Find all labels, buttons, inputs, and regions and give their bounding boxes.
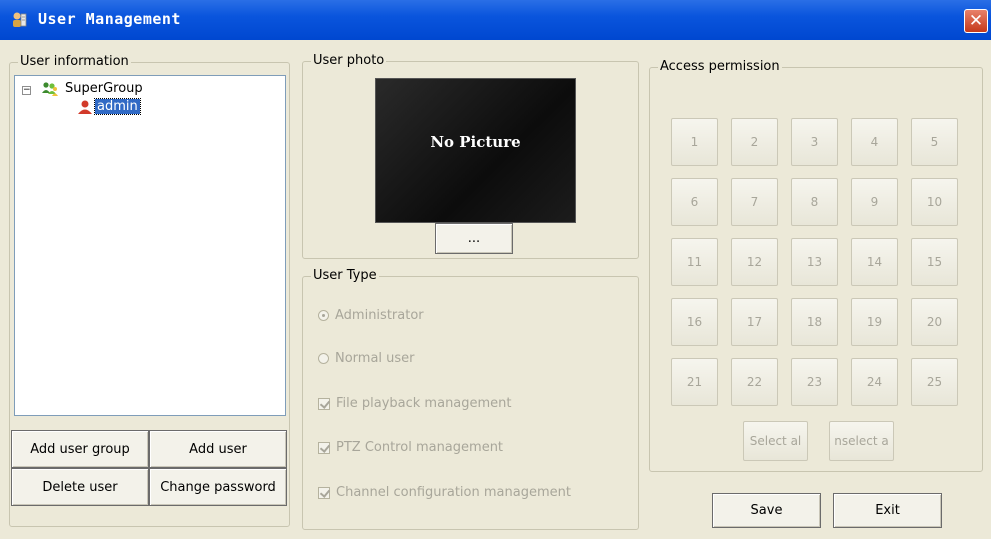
- channel-button-10[interactable]: 10: [911, 178, 958, 226]
- title-bar: User Management ✕: [0, 0, 991, 40]
- channel-button-6[interactable]: 6: [671, 178, 718, 226]
- channel-button-11[interactable]: 11: [671, 238, 718, 286]
- channel-config-checkbox[interactable]: [318, 486, 330, 499]
- user-management-icon: [13, 12, 27, 27]
- channel-button-2[interactable]: 2: [731, 118, 778, 166]
- user-information-label: User information: [18, 54, 131, 70]
- channel-button-5[interactable]: 5: [911, 118, 958, 166]
- channel-button-13[interactable]: 13: [791, 238, 838, 286]
- channel-button-23[interactable]: 23: [791, 358, 838, 406]
- unselect-all-button[interactable]: nselect a: [829, 421, 894, 461]
- channel-button-25[interactable]: 25: [911, 358, 958, 406]
- file-playback-label: File playback management: [336, 396, 512, 411]
- channel-button-4[interactable]: 4: [851, 118, 898, 166]
- window-title: User Management: [38, 10, 181, 28]
- channel-button-17[interactable]: 17: [731, 298, 778, 346]
- tree-expander[interactable]: −: [22, 86, 31, 95]
- channel-config-label: Channel configuration management: [336, 485, 571, 500]
- normal-user-option[interactable]: Normal user: [318, 351, 415, 366]
- add-user-button[interactable]: Add user: [149, 430, 287, 468]
- user-tree[interactable]: − SuperGroup admin: [14, 75, 286, 416]
- delete-user-button[interactable]: Delete user: [11, 468, 149, 506]
- administrator-label: Administrator: [335, 308, 424, 323]
- photo-preview: No Picture: [375, 78, 576, 223]
- channel-button-20[interactable]: 20: [911, 298, 958, 346]
- ptz-control-label: PTZ Control management: [336, 440, 504, 455]
- file-playback-checkbox[interactable]: [318, 397, 330, 410]
- user-type-label: User Type: [311, 268, 379, 284]
- browse-photo-button[interactable]: ...: [435, 223, 513, 254]
- administrator-option[interactable]: Administrator: [318, 308, 424, 323]
- administrator-radio[interactable]: [318, 310, 329, 321]
- add-user-group-button[interactable]: Add user group: [11, 430, 149, 468]
- channel-button-8[interactable]: 8: [791, 178, 838, 226]
- channel-button-1[interactable]: 1: [671, 118, 718, 166]
- channel-button-9[interactable]: 9: [851, 178, 898, 226]
- exit-button[interactable]: Exit: [833, 493, 942, 528]
- normal-user-radio[interactable]: [318, 353, 329, 364]
- channel-button-18[interactable]: 18: [791, 298, 838, 346]
- channel-button-3[interactable]: 3: [791, 118, 838, 166]
- channel-button-7[interactable]: 7: [731, 178, 778, 226]
- save-button[interactable]: Save: [712, 493, 821, 528]
- group-icon: [42, 82, 58, 96]
- user-photo-label: User photo: [311, 53, 387, 69]
- normal-user-label: Normal user: [335, 351, 415, 366]
- channel-button-15[interactable]: 15: [911, 238, 958, 286]
- ptz-control-option[interactable]: PTZ Control management: [318, 440, 503, 455]
- channel-config-option[interactable]: Channel configuration management: [318, 485, 571, 500]
- access-permission-label: Access permission: [658, 59, 782, 75]
- ptz-control-checkbox[interactable]: [318, 441, 330, 454]
- user-icon: [78, 100, 92, 114]
- channel-button-21[interactable]: 21: [671, 358, 718, 406]
- channel-button-24[interactable]: 24: [851, 358, 898, 406]
- close-button[interactable]: ✕: [964, 9, 988, 33]
- channel-button-16[interactable]: 16: [671, 298, 718, 346]
- channel-button-19[interactable]: 19: [851, 298, 898, 346]
- file-playback-option[interactable]: File playback management: [318, 396, 512, 411]
- no-picture-text: No Picture: [430, 133, 521, 151]
- select-all-button[interactable]: Select al: [743, 421, 808, 461]
- change-password-button[interactable]: Change password: [149, 468, 287, 506]
- channel-button-14[interactable]: 14: [851, 238, 898, 286]
- tree-item-admin[interactable]: admin: [94, 98, 141, 115]
- tree-item-supergroup[interactable]: SuperGroup: [65, 81, 143, 96]
- channel-button-12[interactable]: 12: [731, 238, 778, 286]
- channel-button-22[interactable]: 22: [731, 358, 778, 406]
